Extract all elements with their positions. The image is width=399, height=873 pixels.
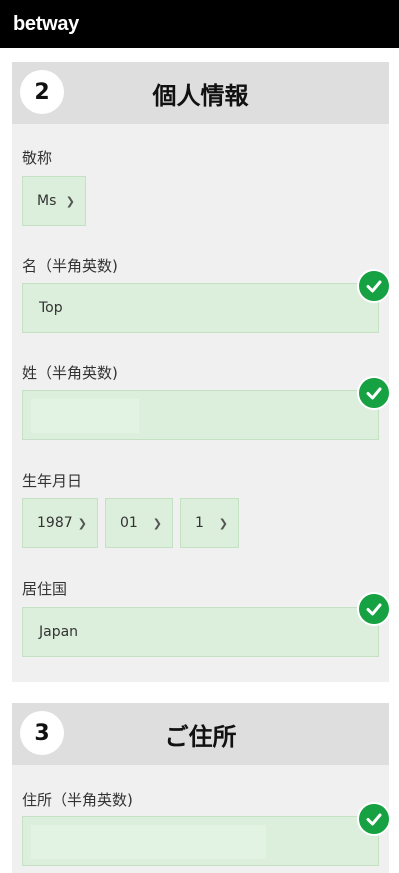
first-name-field[interactable]: Top: [22, 283, 379, 333]
dob-year-value: 1987: [37, 515, 73, 531]
dob-day-value: 1: [195, 515, 204, 531]
address-label: 住所（半角英数): [22, 791, 133, 809]
title-select[interactable]: Ms ❯: [22, 176, 86, 226]
section-header: 3 ご住所: [12, 703, 389, 765]
section-title: ご住所: [164, 722, 237, 751]
check-icon: [357, 592, 391, 626]
step-number: 2: [20, 70, 64, 114]
dob-day-select[interactable]: 1 ❯: [180, 498, 239, 548]
chevron-down-icon: ❯: [152, 516, 162, 530]
address-section: 3 ご住所 住所（半角英数): [12, 703, 391, 873]
chevron-down-icon: ❯: [218, 516, 228, 530]
country-label: 居住国: [22, 580, 68, 598]
check-icon: [357, 376, 391, 410]
redacted-block: [31, 399, 139, 433]
dob-label: 生年月日: [22, 472, 83, 490]
top-bar: betway: [0, 0, 399, 48]
title-label: 敬称: [22, 149, 53, 167]
chevron-down-icon: ❯: [65, 194, 75, 208]
personal-info-section: 2 個人情報 敬称 Ms ❯ 名（半角英数) Top 姓（半角英数) 生年月日 …: [12, 62, 391, 682]
betway-logo[interactable]: betway: [13, 13, 79, 36]
first-name-label: 名（半角英数): [22, 257, 118, 275]
last-name-field[interactable]: [22, 390, 379, 440]
section-header: 2 個人情報: [12, 62, 389, 124]
check-icon: [357, 269, 391, 303]
redacted-block: [31, 825, 266, 859]
chevron-down-icon: ❯: [77, 516, 87, 530]
address-field[interactable]: [22, 816, 379, 866]
step-number: 3: [20, 711, 64, 755]
check-icon: [357, 802, 391, 836]
last-name-label: 姓（半角英数): [22, 364, 118, 382]
title-select-value: Ms: [37, 193, 57, 209]
dob-month-select[interactable]: 01 ❯: [105, 498, 173, 548]
section-title: 個人情報: [152, 81, 249, 110]
dob-year-select[interactable]: 1987 ❯: [22, 498, 98, 548]
dob-month-value: 01: [120, 515, 138, 531]
country-field[interactable]: Japan: [22, 607, 379, 657]
